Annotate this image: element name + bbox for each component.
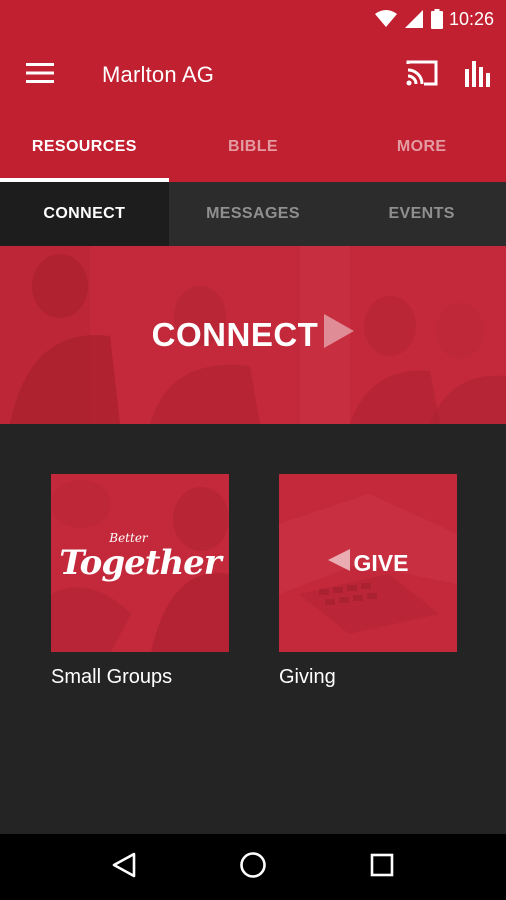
small-groups-image: Better Together — [51, 474, 229, 652]
tile-giving[interactable]: GIVE Giving — [279, 474, 457, 689]
main-tabs: RESOURCES BIBLE MORE — [0, 112, 506, 182]
tab-resources[interactable]: RESOURCES — [0, 112, 169, 182]
home-icon — [239, 851, 267, 884]
tab-more[interactable]: MORE — [337, 112, 506, 182]
status-icons — [374, 9, 443, 29]
back-button[interactable] — [94, 837, 154, 897]
left-arrow-icon — [327, 549, 350, 577]
better-together-logo: Better Together — [59, 531, 221, 583]
tile-small-groups[interactable]: Better Together Small Groups — [51, 474, 229, 689]
play-arrow-icon — [324, 314, 355, 356]
recents-icon — [370, 853, 394, 882]
signal-icon — [404, 10, 423, 28]
home-button[interactable] — [223, 837, 283, 897]
app-title: Marlton AG — [102, 62, 215, 87]
banner-label: CONNECT — [151, 316, 319, 353]
recents-button[interactable] — [352, 837, 412, 897]
tile-label-giving: Giving — [279, 666, 336, 688]
subtab-events[interactable]: EVENTS — [337, 182, 506, 246]
status-bar: 10:26 — [0, 0, 506, 38]
status-time: 10:26 — [448, 8, 494, 29]
subtab-connect[interactable]: CONNECT — [0, 182, 169, 246]
connect-banner[interactable]: CONNECT — [0, 246, 506, 424]
give-text: GIVE — [353, 549, 409, 576]
tab-bible[interactable]: BIBLE — [169, 112, 338, 182]
cast-button[interactable] — [394, 38, 450, 112]
sub-tabs: CONNECT MESSAGES EVENTS — [0, 182, 506, 246]
stats-button[interactable] — [450, 38, 506, 112]
banner-title: CONNECT — [152, 314, 355, 356]
cast-icon — [406, 60, 438, 91]
menu-icon — [26, 62, 54, 88]
battery-icon — [430, 9, 443, 29]
back-icon — [112, 852, 136, 883]
app-toolbar: Marlton AG — [0, 38, 506, 112]
content-area: Better Together Small Groups GIVE Giving — [0, 424, 506, 834]
menu-button[interactable] — [0, 38, 80, 112]
give-logo: GIVE — [327, 549, 409, 577]
wifi-icon — [374, 10, 397, 28]
system-nav-bar — [0, 834, 506, 900]
giving-image: GIVE — [279, 474, 457, 652]
tile-label-small-groups: Small Groups — [51, 666, 173, 688]
subtab-messages[interactable]: MESSAGES — [169, 182, 338, 246]
bar-chart-icon — [464, 59, 492, 92]
